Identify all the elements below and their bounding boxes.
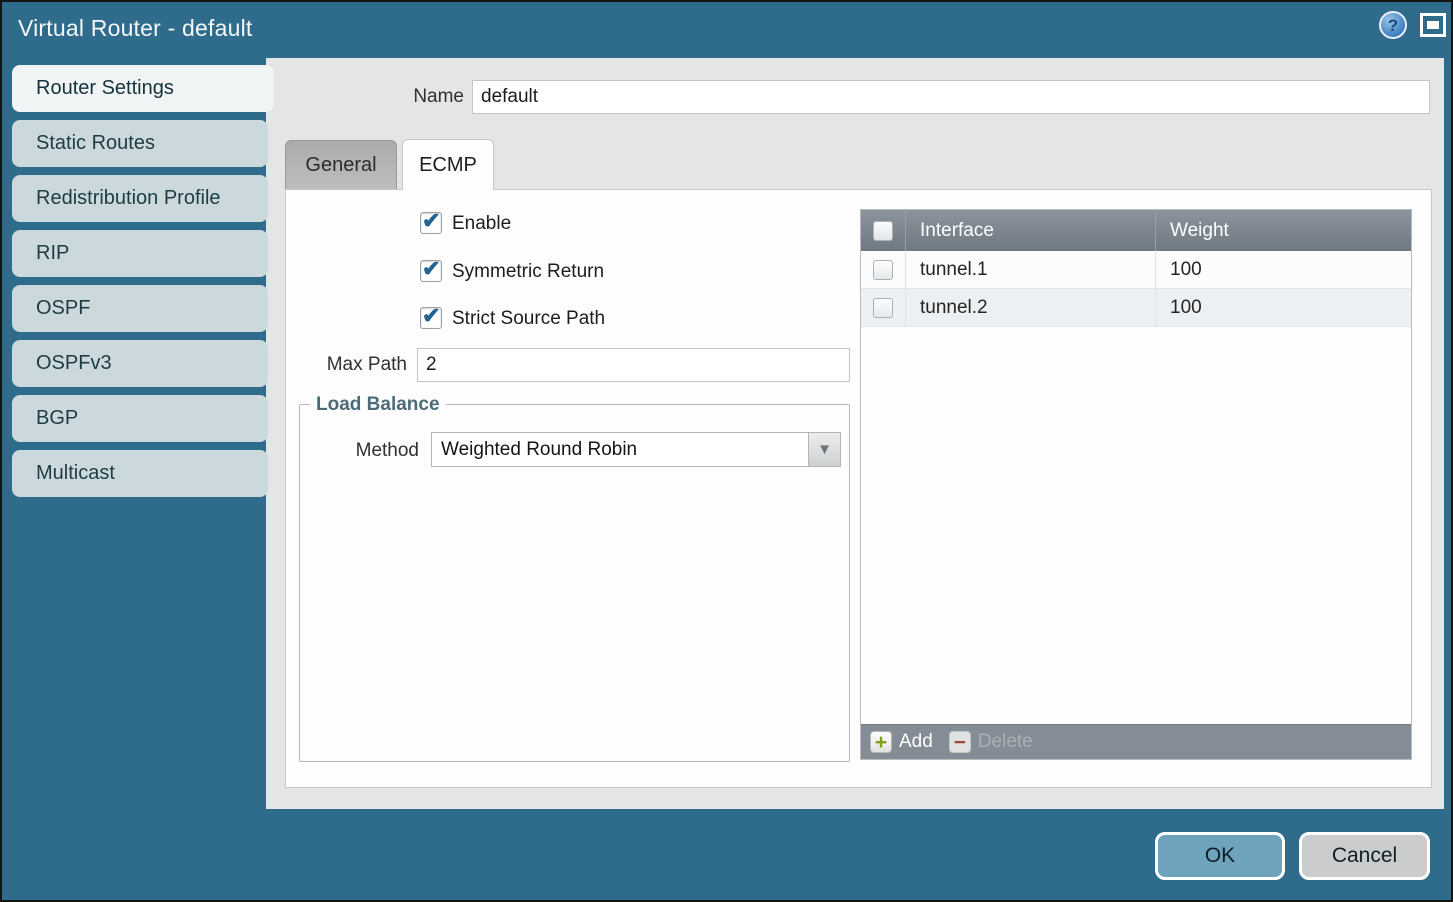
interface-cell[interactable]: tunnel.1 — [906, 251, 1156, 288]
column-header-interface[interactable]: Interface — [906, 210, 1156, 251]
tab-ecmp[interactable]: ECMP — [402, 139, 494, 190]
help-icon-glyph: ? — [1388, 17, 1398, 34]
load-balance-legend: Load Balance — [310, 394, 446, 416]
method-select[interactable]: Weighted Round Robin — [431, 432, 809, 467]
symmetric-return-checkbox[interactable]: ✔ — [420, 260, 442, 282]
plus-glyph: + — [875, 732, 887, 753]
help-icon[interactable]: ? — [1379, 11, 1407, 39]
row-checkbox[interactable] — [873, 298, 893, 318]
window-restore-inner — [1427, 21, 1439, 29]
add-icon[interactable]: + — [870, 731, 892, 753]
checkmark-icon: ✔ — [422, 303, 440, 329]
cancel-button[interactable]: Cancel — [1299, 832, 1430, 880]
sidebar-item-redistribution-profile[interactable]: Redistribution Profile — [12, 175, 268, 222]
enable-checkbox[interactable]: ✔ — [420, 212, 442, 234]
sidebar-item-ospf[interactable]: OSPF — [12, 285, 268, 332]
sidebar-item-router-settings[interactable]: Router Settings — [12, 65, 274, 112]
table-header-row: Interface Weight — [861, 210, 1411, 251]
table-toolbar: + Add − Delete — [861, 724, 1411, 759]
dialog-title: Virtual Router - default — [18, 15, 253, 42]
sidebar-item-static-routes[interactable]: Static Routes — [12, 120, 268, 167]
max-path-input[interactable] — [417, 348, 850, 382]
strict-source-path-checkbox[interactable]: ✔ — [420, 307, 442, 329]
table-empty-area — [861, 327, 1411, 724]
table-row[interactable]: tunnel.2 100 — [861, 289, 1411, 327]
table-header-checkbox-cell — [861, 210, 906, 251]
row-checkbox-cell — [861, 289, 906, 326]
sidebar-item-rip[interactable]: RIP — [12, 230, 268, 277]
add-button[interactable]: Add — [899, 731, 933, 753]
ecmp-interface-table: Interface Weight tunnel.1 100 tunnel.2 1… — [860, 209, 1412, 760]
table-row[interactable]: tunnel.1 100 — [861, 251, 1411, 289]
strict-source-path-label: Strict Source Path — [452, 308, 605, 330]
row-checkbox[interactable] — [873, 260, 893, 280]
max-path-label: Max Path — [302, 354, 407, 376]
delete-icon[interactable]: − — [949, 731, 971, 753]
ok-button[interactable]: OK — [1155, 832, 1285, 880]
tab-general[interactable]: General — [285, 140, 397, 189]
checkmark-icon: ✔ — [422, 256, 440, 282]
name-input[interactable] — [472, 80, 1430, 114]
sidebar-item-ospfv3[interactable]: OSPFv3 — [12, 340, 268, 387]
chevron-down-icon: ▼ — [817, 441, 832, 458]
method-label: Method — [332, 440, 419, 462]
sidebar-item-multicast[interactable]: Multicast — [12, 450, 268, 497]
symmetric-return-label: Symmetric Return — [452, 261, 604, 283]
minus-glyph: − — [954, 732, 966, 753]
delete-button[interactable]: Delete — [978, 731, 1033, 753]
sidebar-item-bgp[interactable]: BGP — [12, 395, 268, 442]
weight-cell[interactable]: 100 — [1156, 251, 1411, 288]
column-header-weight[interactable]: Weight — [1156, 210, 1411, 251]
virtual-router-dialog: Virtual Router - default ? Router Settin… — [0, 0, 1453, 902]
interface-cell[interactable]: tunnel.2 — [906, 289, 1156, 326]
checkmark-icon: ✔ — [422, 208, 440, 234]
row-checkbox-cell — [861, 251, 906, 288]
enable-label: Enable — [452, 213, 511, 235]
select-all-checkbox[interactable] — [873, 221, 893, 241]
name-label: Name — [387, 86, 464, 108]
window-restore-icon[interactable] — [1420, 13, 1446, 37]
weight-cell[interactable]: 100 — [1156, 289, 1411, 326]
method-select-dropdown-button[interactable]: ▼ — [808, 432, 841, 467]
